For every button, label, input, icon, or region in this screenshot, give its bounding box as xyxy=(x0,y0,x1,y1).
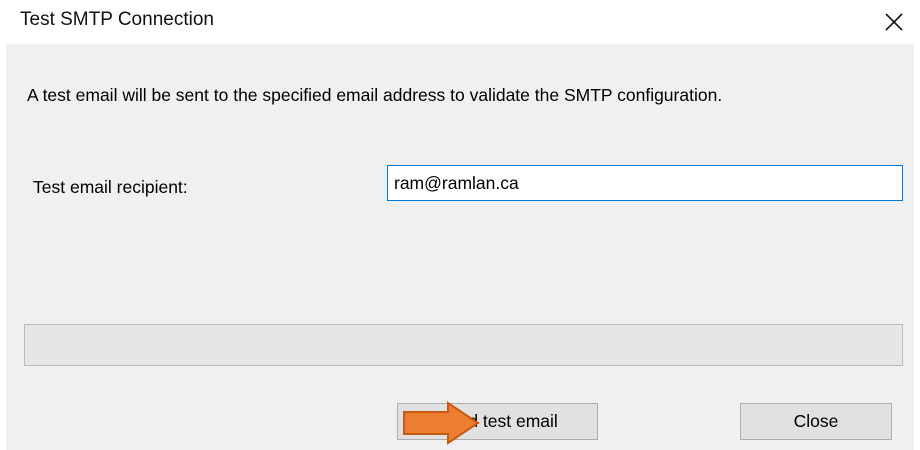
recipient-email-input[interactable] xyxy=(387,165,903,201)
title-bar[interactable]: Test SMTP Connection xyxy=(0,0,920,42)
recipient-label: Test email recipient: xyxy=(33,177,188,197)
dialog-window: Test SMTP Connection A test email will b… xyxy=(0,0,920,450)
description-text: A test email will be sent to the specifi… xyxy=(27,85,723,105)
close-button[interactable]: Close xyxy=(740,403,892,440)
progress-bar xyxy=(24,324,903,366)
window-title: Test SMTP Connection xyxy=(20,9,214,30)
send-test-email-button[interactable]: Send test email xyxy=(397,403,598,440)
close-icon[interactable] xyxy=(874,2,914,40)
dialog-body: A test email will be sent to the specifi… xyxy=(6,44,914,450)
